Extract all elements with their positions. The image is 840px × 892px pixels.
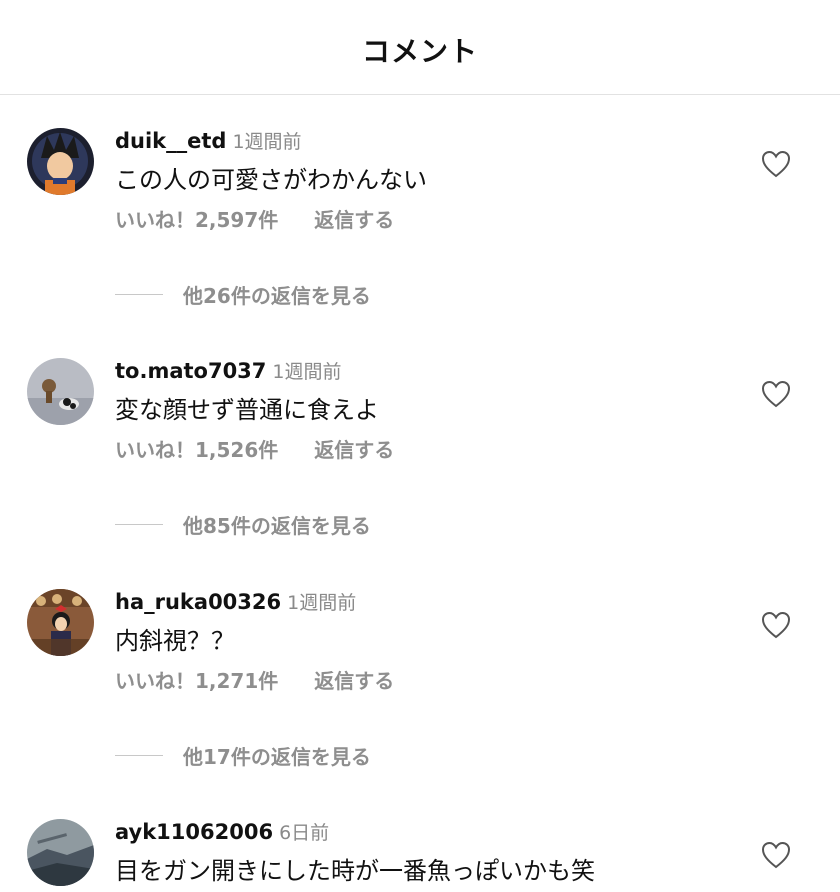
- comment-item: ha_ruka00326 1週間前 内斜視？？ いいね！1,271件 返信する 他1…: [0, 589, 840, 819]
- comment-item: ayk11062006 6日前 目をガン開きにした時が一番魚っぽいかも笑: [0, 819, 840, 892]
- username[interactable]: to.mato7037: [115, 359, 266, 383]
- header: コメント: [0, 0, 840, 95]
- comment-meta: ha_ruka00326 1週間前: [115, 589, 356, 615]
- divider-line: [115, 524, 163, 525]
- comment-meta: to.mato7037 1週間前: [115, 358, 342, 384]
- comment-item: duik__etd 1週間前 この人の可愛さがわかんない いいね！2,597件 返信…: [0, 128, 840, 358]
- landscape-avatar-icon: [27, 819, 94, 886]
- anime-girl-avatar-icon: [27, 589, 94, 656]
- timestamp: 6日前: [279, 822, 330, 844]
- heart-icon[interactable]: [761, 150, 791, 178]
- view-replies-label: 他85件の返信を見る: [183, 514, 371, 538]
- view-replies-button[interactable]: 他17件の返信を見る: [115, 741, 371, 769]
- reply-button[interactable]: 返信する: [314, 208, 394, 232]
- username[interactable]: duik__etd: [115, 129, 226, 153]
- divider-line: [115, 294, 163, 295]
- username[interactable]: ayk11062006: [115, 820, 273, 844]
- comment-actions: いいね！2,597件 返信する: [115, 204, 394, 233]
- view-replies-button[interactable]: 他85件の返信を見る: [115, 510, 371, 538]
- divider-line: [115, 755, 163, 756]
- comment-text: 変な顔せず普通に食えよ: [115, 396, 379, 424]
- page-title: コメント: [361, 35, 478, 68]
- comment-actions: いいね！1,271件 返信する: [115, 665, 394, 694]
- like-count[interactable]: いいね！2,597件: [115, 208, 278, 232]
- avatar[interactable]: [27, 358, 94, 425]
- comment-meta: ayk11062006 6日前: [115, 819, 329, 845]
- comment-actions: いいね！1,526件 返信する: [115, 434, 394, 463]
- figure-avatar-icon: [27, 358, 94, 425]
- comment-text: 内斜視？？: [115, 627, 235, 655]
- avatar[interactable]: [27, 589, 94, 656]
- avatar[interactable]: [27, 128, 94, 195]
- comment-meta: duik__etd 1週間前: [115, 128, 302, 154]
- comment-text: この人の可愛さがわかんない: [115, 166, 427, 194]
- view-replies-button[interactable]: 他26件の返信を見る: [115, 280, 371, 308]
- reply-button[interactable]: 返信する: [314, 669, 394, 693]
- username[interactable]: ha_ruka00326: [115, 590, 281, 614]
- view-replies-label: 他26件の返信を見る: [183, 284, 371, 308]
- like-count[interactable]: いいね！1,526件: [115, 438, 278, 462]
- avatar[interactable]: [27, 819, 94, 886]
- view-replies-label: 他17件の返信を見る: [183, 745, 371, 769]
- timestamp: 1週間前: [232, 131, 302, 153]
- reply-button[interactable]: 返信する: [314, 438, 394, 462]
- heart-icon[interactable]: [761, 611, 791, 639]
- timestamp: 1週間前: [287, 592, 357, 614]
- comment-text: 目をガン開きにした時が一番魚っぽいかも笑: [115, 857, 595, 885]
- heart-icon[interactable]: [761, 841, 791, 869]
- heart-icon[interactable]: [761, 380, 791, 408]
- anime-character-avatar-icon: [27, 128, 94, 195]
- like-count[interactable]: いいね！1,271件: [115, 669, 278, 693]
- timestamp: 1週間前: [272, 361, 342, 383]
- comment-item: to.mato7037 1週間前 変な顔せず普通に食えよ いいね！1,526件 返信…: [0, 358, 840, 588]
